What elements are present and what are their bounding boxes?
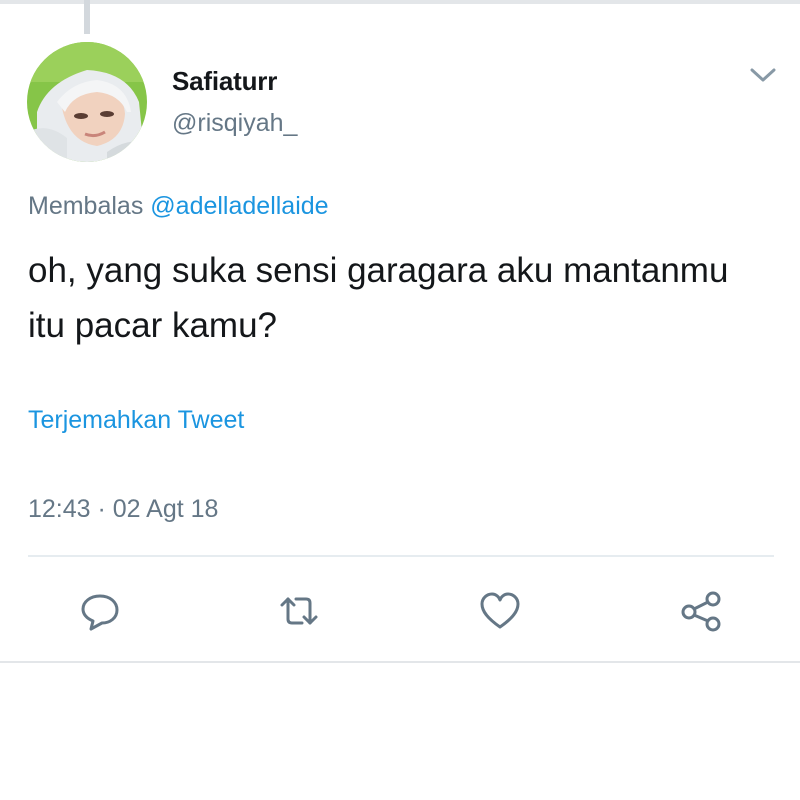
retweet-icon [280,597,318,625]
reply-icon [81,594,119,631]
more-options-button[interactable] [746,58,780,92]
reply-button[interactable] [77,588,123,634]
share-icon [681,591,721,632]
retweet-button[interactable] [276,588,322,634]
bottom-border [0,661,800,663]
replying-to-label: Membalas [28,192,144,220]
tweet-detail-view: Safiaturr @risqiyah_ Membalas @adelladel… [0,0,800,800]
divider [28,555,774,557]
translate-tweet-link[interactable]: Terjemahkan Tweet [28,406,244,435]
author-handle[interactable]: @risqiyah_ [172,109,297,138]
replying-to-line: Membalas @adelladellaide [28,192,329,221]
like-button[interactable] [477,588,523,634]
heart-icon [480,592,520,629]
replying-to-mention[interactable]: @adelladellaide [150,192,328,220]
avatar-photo [27,42,147,162]
top-border [0,0,800,4]
avatar[interactable] [27,42,147,162]
author-display-name[interactable]: Safiaturr [172,66,277,97]
tweet-timestamp[interactable]: 12:43 · 02 Agt 18 [28,495,218,524]
chevron-down-icon [750,68,776,82]
tweet-text: oh, yang suka sensi garagara aku mantanm… [28,251,729,345]
thread-connector-line [84,0,90,34]
share-button[interactable] [678,588,724,634]
